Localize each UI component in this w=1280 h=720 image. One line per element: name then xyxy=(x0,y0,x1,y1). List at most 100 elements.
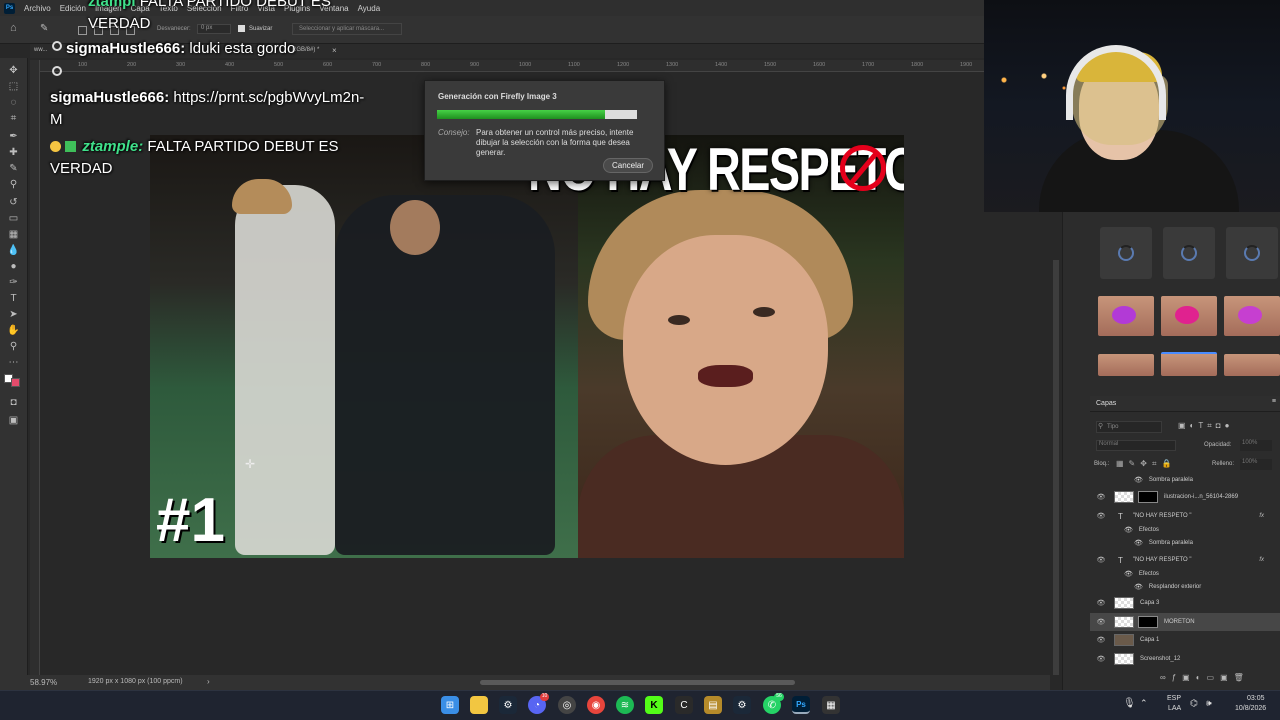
history-brush-icon[interactable]: ↺ xyxy=(6,196,21,209)
menu-archivo[interactable]: Archivo xyxy=(24,4,51,13)
zoom-tool-icon[interactable]: ⚲ xyxy=(6,340,21,353)
ccleaner-icon[interactable]: C xyxy=(675,696,693,714)
layers-footer-icons[interactable]: ∞ƒ▣◐▭▣🗑 xyxy=(1160,673,1270,685)
eye-icon[interactable]: 👁 xyxy=(1096,599,1106,607)
opacity-input[interactable]: 100% xyxy=(1240,440,1272,451)
variation-thumb-1[interactable] xyxy=(1098,296,1154,336)
path-select-icon[interactable]: ➤ xyxy=(6,308,21,321)
variation-thumb-2[interactable] xyxy=(1161,296,1217,336)
home-icon[interactable]: ⌂ xyxy=(10,22,17,34)
move-tool-icon[interactable]: ✥ xyxy=(6,64,21,77)
blur-tool-icon[interactable]: 💧 xyxy=(6,244,21,257)
zoom-level[interactable]: 58.97% xyxy=(30,678,57,687)
fx-icon[interactable]: fx xyxy=(1259,557,1264,563)
marquee-tool-icon[interactable]: ⬚ xyxy=(6,80,21,93)
steam-icon[interactable]: ⚙ xyxy=(499,696,517,714)
eraser-tool-icon[interactable]: ▭ xyxy=(6,212,21,225)
layer-filter-icons[interactable]: ▣◐T⌗◘● xyxy=(1178,421,1268,433)
eye-icon[interactable]: 👁 xyxy=(1134,539,1143,547)
chat-message-2: sigmaHustle666: lduki esta gordo xyxy=(50,38,380,60)
eye-icon[interactable]: 👁 xyxy=(1124,570,1133,578)
blend-mode-select[interactable]: Normal xyxy=(1096,440,1176,451)
steam-icon-2[interactable]: ⚙ xyxy=(733,696,751,714)
layer-effect-row[interactable]: 👁 Sombra paralela xyxy=(1090,471,1280,489)
game-icon[interactable]: ▦ xyxy=(822,696,840,714)
clock-time[interactable]: 03:05 xyxy=(1247,695,1265,702)
file-explorer-icon[interactable] xyxy=(470,696,488,714)
rank-label: #1 xyxy=(156,486,225,555)
volume-icon[interactable]: 🕪 xyxy=(1206,698,1212,709)
chrome-alt-icon[interactable]: ◎ xyxy=(558,696,576,714)
fill-input[interactable]: 100% xyxy=(1240,459,1272,470)
variation-thumb-4[interactable] xyxy=(1098,354,1154,376)
layer-row[interactable]: 👁 ilustracion-i...n_56104-2869 xyxy=(1090,488,1280,506)
eye-icon[interactable]: 👁 xyxy=(1096,618,1106,626)
eyedropper-tool-icon[interactable]: ✒ xyxy=(6,130,21,143)
vertical-scrollbar[interactable] xyxy=(1053,260,1059,675)
horizontal-scrollbar[interactable] xyxy=(480,680,795,685)
type-tool-icon[interactable]: T xyxy=(6,292,21,305)
healing-brush-icon[interactable]: ✚ xyxy=(6,146,21,159)
fill-label: Relleno: xyxy=(1212,461,1235,467)
layer-row[interactable]: 👁 Screenshot_12 xyxy=(1090,650,1280,668)
eye-icon[interactable]: 👁 xyxy=(1096,636,1106,644)
background-color-swatch[interactable] xyxy=(11,378,20,387)
eye-icon[interactable]: 👁 xyxy=(1124,526,1133,534)
menu-edicion[interactable]: Edición xyxy=(60,4,86,13)
layer-filter-search[interactable]: Tipo xyxy=(1096,421,1162,433)
panel-menu-icon[interactable]: ≡ xyxy=(1272,398,1276,405)
more-tools-icon[interactable]: ⋯ xyxy=(6,356,21,369)
layer-effect-row[interactable]: 👁 Sombra paralela xyxy=(1090,534,1280,552)
fx-icon[interactable]: fx xyxy=(1259,513,1264,519)
webcam-overlay xyxy=(984,0,1280,212)
eye-icon[interactable]: 👁 xyxy=(1096,655,1106,663)
chevron-up-icon[interactable]: ⌃ xyxy=(1140,698,1148,709)
generation-slot-1[interactable] xyxy=(1100,227,1152,279)
document-tab[interactable]: ww... xyxy=(34,47,47,53)
layer-row[interactable]: 👁 Capa 1 xyxy=(1090,631,1280,649)
brush-tool-icon[interactable]: ✎ xyxy=(6,162,21,175)
pen-tool-icon[interactable]: ✑ xyxy=(6,276,21,289)
screen-mode-icon[interactable]: ▣ xyxy=(6,414,21,427)
layer-row[interactable]: 👁 Capa 3 xyxy=(1090,594,1280,612)
language-top[interactable]: ESP xyxy=(1167,695,1181,702)
variation-thumb-5[interactable] xyxy=(1161,352,1217,376)
eye-icon[interactable]: 👁 xyxy=(1096,556,1106,564)
cancel-button[interactable]: Cancelar xyxy=(603,158,653,173)
kick-icon[interactable]: K xyxy=(645,696,663,714)
layer-row-selected[interactable]: 👁 MORETON xyxy=(1090,613,1280,631)
network-icon[interactable]: ⌬ xyxy=(1190,698,1198,709)
eye-icon[interactable]: 👁 xyxy=(1096,512,1106,520)
eye-icon[interactable]: 👁 xyxy=(1134,583,1143,591)
document-canvas[interactable]: NO HAY RESPETO" #1 ✛ xyxy=(150,135,904,558)
microphone-icon[interactable]: 🎙 xyxy=(1123,698,1136,709)
status-menu-arrow-icon[interactable]: › xyxy=(207,677,210,686)
clone-stamp-icon[interactable]: ⚲ xyxy=(6,178,21,191)
generation-slot-3[interactable] xyxy=(1226,227,1278,279)
hand-tool-icon[interactable]: ✋ xyxy=(6,324,21,337)
text-layer-icon: T xyxy=(1118,511,1123,521)
windows-icon[interactable]: ⊞ xyxy=(441,696,459,714)
ruler-tick-label: 1800 xyxy=(911,62,924,68)
dodge-tool-icon[interactable]: ● xyxy=(6,260,21,273)
eye-icon[interactable]: 👁 xyxy=(1096,493,1106,501)
clock-date[interactable]: 10/8/2026 xyxy=(1235,705,1266,712)
generation-slot-2[interactable] xyxy=(1163,227,1215,279)
quick-mask-icon[interactable]: ◘ xyxy=(6,396,21,409)
crop-tool-icon[interactable]: ⌗ xyxy=(6,112,21,125)
ruler-left xyxy=(30,60,40,675)
lock-icons[interactable]: ▦✎✥⌗🔒 xyxy=(1116,459,1176,469)
eye-icon[interactable]: 👁 xyxy=(1134,476,1143,484)
photoshop-icon[interactable]: Ps xyxy=(792,696,810,714)
variation-thumb-6[interactable] xyxy=(1224,354,1280,376)
winrar-icon[interactable]: ▤ xyxy=(704,696,722,714)
language-bottom[interactable]: LAA xyxy=(1168,705,1181,712)
layers-tab[interactable]: Capas xyxy=(1096,400,1116,407)
new-selection-icon[interactable] xyxy=(78,26,87,35)
chrome-icon[interactable]: ◉ xyxy=(587,696,605,714)
spotify-icon[interactable]: ≋ xyxy=(616,696,634,714)
gradient-tool-icon[interactable]: ▦ xyxy=(6,228,21,241)
variation-thumb-3[interactable] xyxy=(1224,296,1280,336)
lasso-tool-icon[interactable]: ◌ xyxy=(6,96,21,109)
lasso-tool-icon[interactable]: ✎ xyxy=(40,23,48,34)
